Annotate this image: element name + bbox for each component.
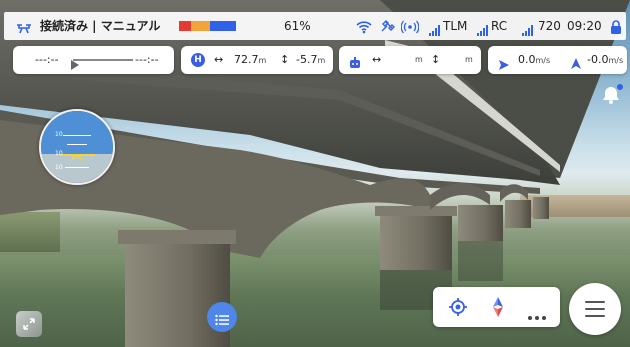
locate-icon (449, 298, 467, 320)
hamburger-menu-icon (585, 301, 605, 321)
horizontal-speed-value: 0.0m/s (518, 53, 551, 66)
tlm-label: TLM (443, 19, 468, 33)
home-badge-icon: H (191, 53, 205, 67)
horizontal-distance-icon: ↔ (214, 53, 224, 66)
tlm-signal-icon (429, 21, 441, 40)
pitch-label: 10 (55, 131, 63, 138)
connection-mode-text: 接続済み | マニュアル (40, 19, 161, 33)
horizontal-distance-value: 72.7m (234, 53, 267, 66)
aircraft-reference-icon (70, 147, 84, 166)
map-thumbnail-icon[interactable] (16, 311, 42, 337)
rc-label: RC (491, 19, 508, 33)
battery-segment-blue (210, 21, 236, 31)
vertical-distance-icon: ↕ (280, 53, 290, 66)
battery-bar (179, 21, 243, 31)
pitch-line (63, 135, 91, 136)
status-bar: 接続済み | マニュアル 61% TLM RC 720 09:20 (4, 12, 626, 40)
speed-panel: 0.0m/s -0.0m/s (488, 46, 627, 74)
progress-slider-track[interactable] (73, 59, 133, 61)
pitch-label: 10 (55, 164, 63, 171)
rc-height-icon: ↕ (431, 53, 441, 66)
progress-slider-thumb[interactable] (71, 55, 79, 74)
list-button[interactable] (207, 302, 237, 332)
compass-button[interactable] (478, 287, 518, 327)
lock-icon[interactable] (610, 19, 622, 38)
pitch-label: 10 (55, 150, 63, 157)
rc-height-unit: m (465, 55, 473, 64)
drone-icon (16, 20, 32, 34)
pitch-line (67, 144, 87, 145)
controller-icon (349, 54, 361, 73)
main-menu-button[interactable] (569, 283, 621, 335)
battery-percent: 61% (284, 19, 311, 33)
battery-segment-red (179, 21, 191, 31)
broadcast-icon (400, 19, 420, 38)
progress-start-time: ---:-- (35, 53, 59, 66)
compass-icon (492, 297, 504, 321)
notification-dot (617, 84, 623, 90)
home-distance-panel: H ↔ 72.7m ↕ -5.7m (181, 46, 333, 74)
locate-button[interactable] (438, 287, 478, 327)
progress-end-time: ---:-- (135, 53, 159, 66)
more-icon (528, 305, 546, 324)
more-button[interactable] (517, 287, 557, 327)
clock-time: 09:20 (567, 19, 602, 33)
gps-satellite-icon (379, 18, 395, 38)
rc-distance-icon: ↔ (372, 53, 382, 66)
wifi-icon (356, 19, 372, 38)
list-icon (215, 311, 229, 330)
vertical-distance-value: -5.7m (296, 53, 326, 66)
horizontal-speed-icon (499, 55, 509, 74)
video-resolution: 720 (538, 19, 561, 33)
controller-distance-panel: ↔ m ↕ m (339, 46, 481, 74)
pitch-line (65, 167, 89, 168)
playback-progress-panel[interactable]: ---:-- ---:-- (13, 46, 174, 74)
vertical-speed-icon (571, 54, 581, 73)
map-controls (433, 287, 560, 327)
video-signal-icon (522, 21, 534, 40)
rc-signal-icon (477, 21, 489, 40)
rc-distance-unit: m (415, 55, 423, 64)
vertical-speed-value: -0.0m/s (587, 53, 624, 66)
attitude-indicator: 10 10 10 (39, 109, 115, 185)
battery-segment-orange (191, 21, 210, 31)
camera-view: 接続済み | マニュアル 61% TLM RC 720 09:20 ---:--… (0, 0, 630, 347)
